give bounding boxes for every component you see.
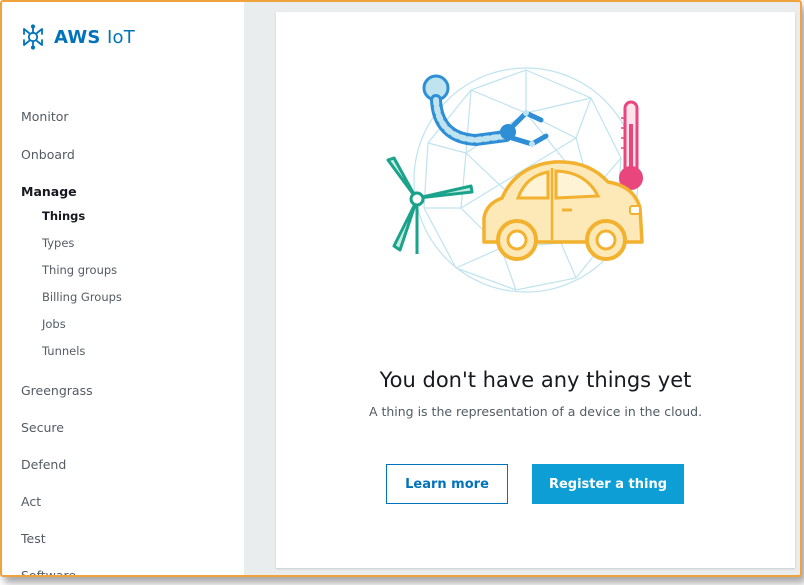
sidebar-item-defend[interactable]: Defend	[21, 457, 66, 472]
sidebar-item-onboard[interactable]: Onboard	[21, 147, 75, 162]
sidebar-item-test[interactable]: Test	[21, 531, 46, 546]
sidebar-item-monitor[interactable]: Monitor	[21, 109, 69, 124]
brand-name-light: IoT	[107, 26, 135, 48]
sidebar-subitem-things[interactable]: Things	[42, 209, 85, 223]
empty-state-card: You don't have any things yet A thing is…	[276, 12, 795, 568]
sidebar-subitem-billing-groups[interactable]: Billing Groups	[42, 290, 122, 304]
sidebar-subitem-types[interactable]: Types	[42, 236, 74, 250]
things-illustration-icon	[386, 67, 644, 293]
sidebar-subitem-tunnels[interactable]: Tunnels	[42, 344, 85, 358]
sidebar-item-act[interactable]: Act	[21, 494, 41, 509]
aws-iot-logo-icon	[23, 24, 43, 50]
sidebar-item-software[interactable]: Software	[21, 568, 76, 575]
empty-state-description: A thing is the representation of a devic…	[368, 404, 703, 419]
app-frame: AWS IoT Monitor Onboard Manage Things Ty…	[0, 0, 802, 577]
sidebar-item-greengrass[interactable]: Greengrass	[21, 383, 93, 398]
learn-more-button[interactable]: Learn more	[386, 464, 508, 504]
sidebar-subitem-jobs[interactable]: Jobs	[42, 317, 66, 331]
sidebar-subitem-thing-groups[interactable]: Thing groups	[42, 263, 117, 277]
brand-name: AWS IoT	[54, 27, 135, 48]
register-thing-button[interactable]: Register a thing	[532, 464, 684, 504]
sidebar-item-secure[interactable]: Secure	[21, 420, 64, 435]
brand[interactable]: AWS IoT	[20, 24, 135, 50]
sidebar-item-manage[interactable]: Manage	[21, 184, 77, 199]
empty-state-title: You don't have any things yet	[379, 368, 692, 392]
sidebar: AWS IoT Monitor Onboard Manage Things Ty…	[2, 2, 245, 575]
brand-name-bold: AWS	[54, 26, 101, 48]
